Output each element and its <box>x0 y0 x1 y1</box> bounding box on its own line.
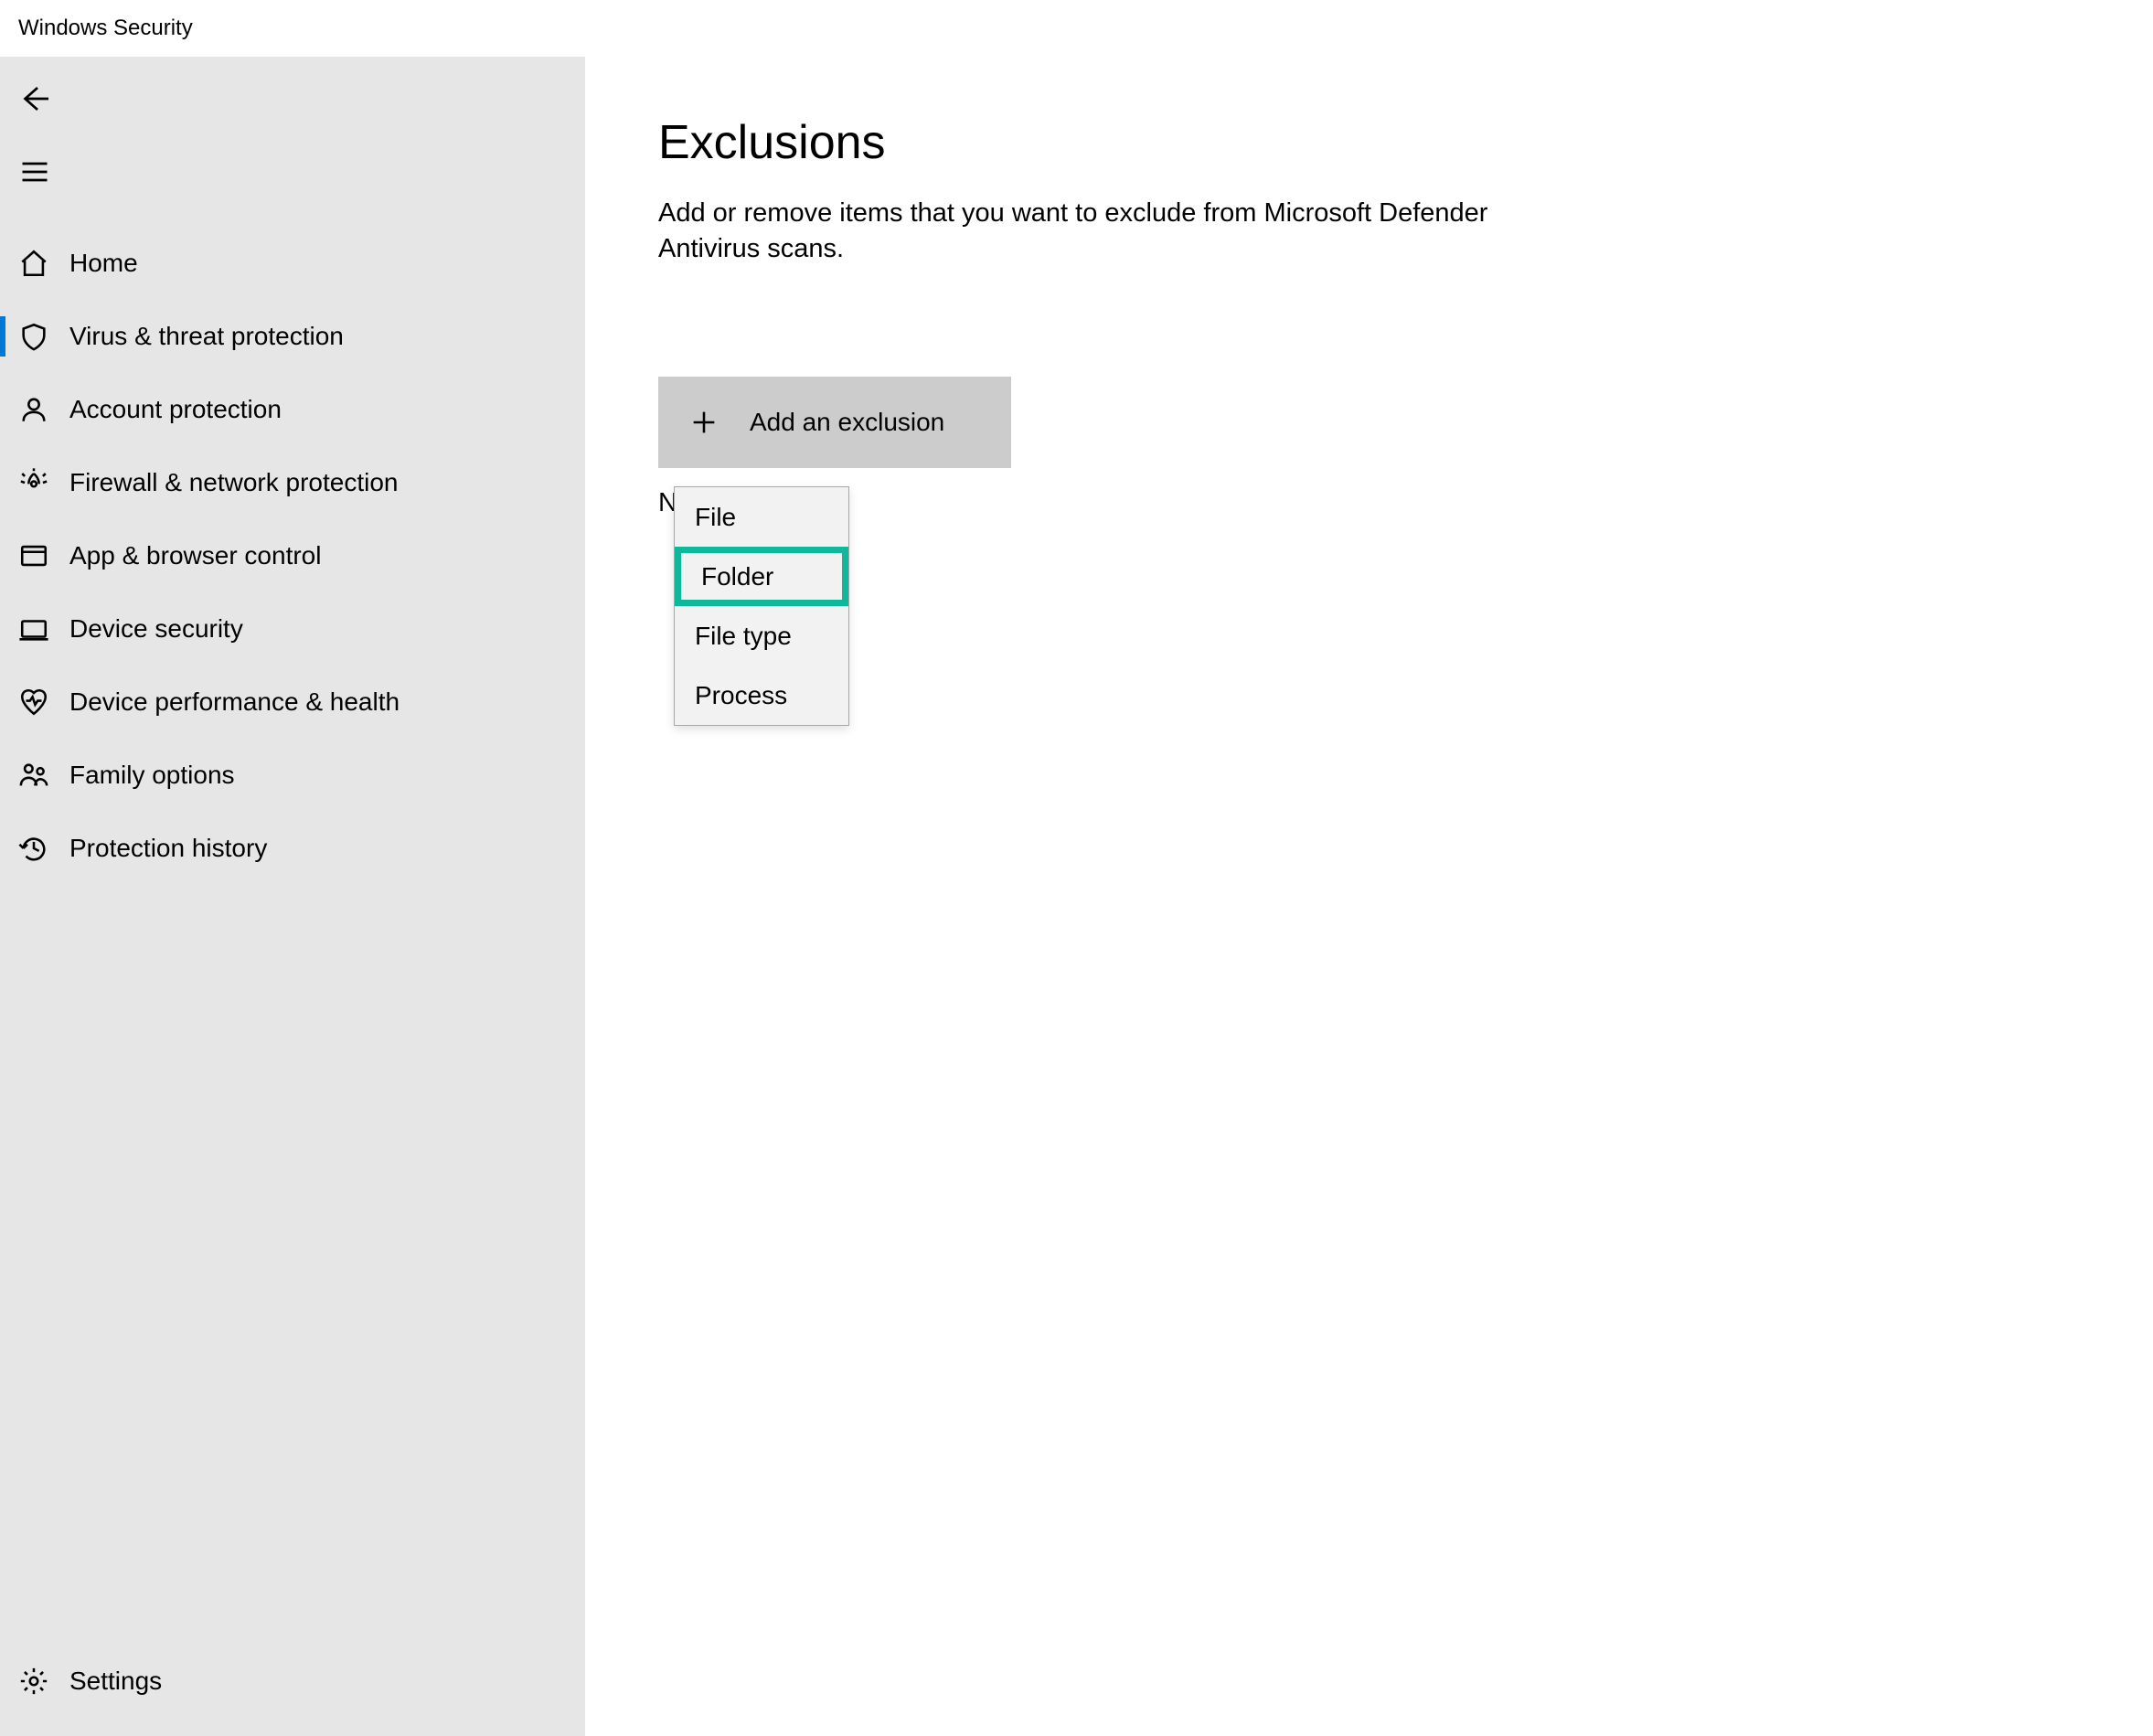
sidebar-item-label: Device performance & health <box>69 687 400 717</box>
sidebar-item-label: App & browser control <box>69 541 321 570</box>
sidebar-item-app-browser[interactable]: App & browser control <box>0 519 585 592</box>
status-text: No exis <box>658 488 2080 518</box>
sidebar-item-device-security[interactable]: Device security <box>0 592 585 666</box>
sidebar-item-label: Virus & threat protection <box>69 322 344 351</box>
add-exclusion-button[interactable]: Add an exclusion <box>658 377 1011 468</box>
dropdown-item-file[interactable]: File <box>675 487 848 547</box>
dropdown-item-label: Folder <box>701 562 773 591</box>
gear-icon <box>18 1666 69 1697</box>
account-icon <box>18 394 69 425</box>
sidebar-item-account[interactable]: Account protection <box>0 373 585 446</box>
home-icon <box>18 248 69 279</box>
dropdown-item-filetype[interactable]: File type <box>675 606 848 666</box>
history-icon <box>18 833 69 864</box>
dropdown-item-folder[interactable]: Folder <box>675 547 848 606</box>
plus-icon <box>658 407 750 438</box>
dropdown-item-label: File <box>695 503 736 532</box>
main-content: Exclusions Add or remove items that you … <box>585 57 2153 1736</box>
sidebar-item-label: Device security <box>69 614 243 644</box>
shield-icon <box>18 321 69 352</box>
add-exclusion-label: Add an exclusion <box>750 408 944 437</box>
sidebar-item-label: Family options <box>69 761 235 790</box>
sidebar-item-performance[interactable]: Device performance & health <box>0 666 585 739</box>
sidebar-item-virus-threat[interactable]: Virus & threat protection <box>0 300 585 373</box>
page-title: Exclusions <box>658 115 2080 170</box>
back-button[interactable] <box>0 64 585 137</box>
back-arrow-icon <box>18 82 51 120</box>
family-icon <box>18 760 69 791</box>
firewall-icon <box>18 467 69 498</box>
app-browser-icon <box>18 540 69 571</box>
exclusion-dropdown: File Folder File type Process <box>674 486 849 726</box>
dropdown-item-process[interactable]: Process <box>675 666 848 725</box>
sidebar-item-label: Firewall & network protection <box>69 468 398 497</box>
sidebar-item-settings[interactable]: Settings <box>0 1645 585 1718</box>
sidebar-item-label: Protection history <box>69 834 267 863</box>
sidebar-item-firewall[interactable]: Firewall & network protection <box>0 446 585 519</box>
device-security-icon <box>18 613 69 644</box>
heart-icon <box>18 687 69 718</box>
dropdown-item-label: Process <box>695 681 787 710</box>
sidebar-item-label: Home <box>69 249 138 278</box>
title-bar: Windows Security <box>0 0 2153 57</box>
sidebar-item-label: Settings <box>69 1667 162 1696</box>
page-description: Add or remove items that you want to exc… <box>658 196 1554 267</box>
sidebar-item-label: Account protection <box>69 395 282 424</box>
hamburger-button[interactable] <box>0 137 585 210</box>
sidebar-item-family[interactable]: Family options <box>0 739 585 812</box>
sidebar-item-history[interactable]: Protection history <box>0 812 585 885</box>
dropdown-item-label: File type <box>695 622 792 651</box>
hamburger-icon <box>18 155 51 193</box>
window-title: Windows Security <box>18 16 193 41</box>
sidebar: Home Virus & threat protection Account p… <box>0 57 585 1736</box>
sidebar-item-home[interactable]: Home <box>0 227 585 300</box>
